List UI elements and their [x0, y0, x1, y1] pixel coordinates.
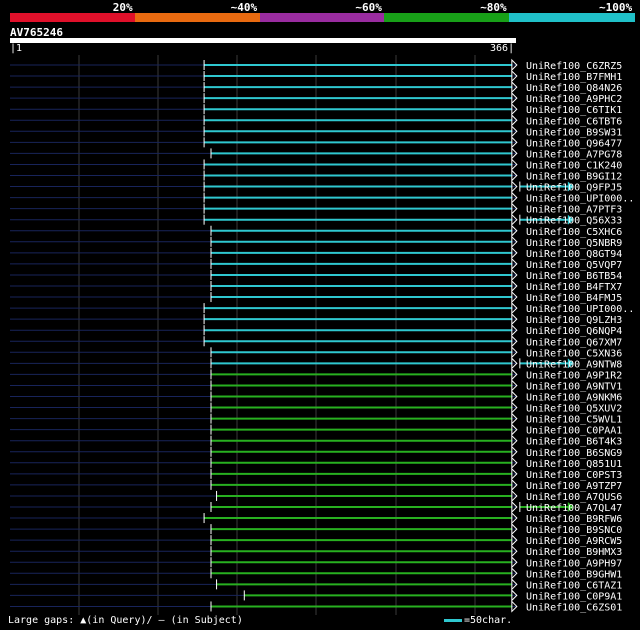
- hit-label: UniRef100_A7PTF3: [526, 205, 622, 216]
- hit-label: UniRef100_C6ZS01: [526, 602, 622, 613]
- hit-label: UniRef100_C6ZRZ5: [526, 61, 622, 72]
- hit-label: UniRef100_B6TB54: [526, 271, 622, 282]
- hit-label: UniRef100_A9P1R2: [526, 370, 622, 381]
- hit-label: UniRef100_B7FMH1: [526, 72, 622, 83]
- hit-label: UniRef100_Q851U1: [526, 459, 622, 470]
- hit-label: UniRef100_B4FMJ5: [526, 293, 622, 304]
- hit-label: UniRef100_C0PST3: [526, 470, 622, 481]
- hit-label: UniRef100_B9GI12: [526, 172, 622, 183]
- hit-label: UniRef100_Q5XUV2: [526, 404, 622, 415]
- hit-label: UniRef100_C0P9A1: [526, 591, 622, 602]
- hit-label: UniRef100_C0PAA1: [526, 426, 622, 437]
- hit-label: UniRef100_C6TIK1: [526, 105, 622, 116]
- query-end-label: 366|: [490, 43, 515, 54]
- hit-label: UniRef100_A7PG78: [526, 149, 622, 160]
- hit-label: UniRef100_C6TBT6: [526, 116, 622, 127]
- hit-label: UniRef100_B9SNC0: [526, 525, 622, 536]
- hit-alignment-plot: UniRef100_C6ZRZ5UniRef100_B7FMH1UniRef10…: [10, 55, 634, 615]
- hit-label: UniRef100_A9PHC2: [526, 94, 622, 105]
- hit-label: UniRef100_B6SNG9: [526, 448, 622, 459]
- legend-label: ~100%: [599, 1, 633, 14]
- hit-label: UniRef100_Q9FPJ5: [526, 183, 622, 194]
- hit-label: UniRef100_C5WVL1: [526, 415, 622, 426]
- hit-label: UniRef100_B6T4K3: [526, 437, 622, 448]
- hit-label: UniRef100_UPI000..: [526, 194, 634, 205]
- hit-label: UniRef100_A9NKM6: [526, 393, 622, 404]
- hit-label: UniRef100_B9RFW6: [526, 514, 622, 525]
- hit-label: UniRef100_C5XHC6: [526, 227, 622, 238]
- scale-label: =50char.: [464, 615, 513, 626]
- scale-bar: [444, 618, 462, 622]
- hit-label: UniRef100_Q84N26: [526, 83, 622, 94]
- hit-label: UniRef100_Q6NQP4: [526, 326, 622, 337]
- legend-label: ~40%: [230, 1, 258, 14]
- hit-label: UniRef100_A9PH97: [526, 558, 622, 569]
- hit-label: UniRef100_Q96477: [526, 138, 622, 149]
- legend-label: 20%: [112, 1, 133, 14]
- hit-label: UniRef100_A9NTW8: [526, 359, 622, 370]
- hit-label: UniRef100_C1K240: [526, 160, 622, 171]
- hit-label: UniRef100_Q5NBR9: [526, 238, 622, 249]
- hit-label: UniRef100_Q5VQP7: [526, 260, 622, 271]
- query-gap-label: ▲(in Query)/: [80, 615, 153, 626]
- legend-color-segment: [10, 13, 136, 22]
- hit-label: UniRef100_A7QL47: [526, 503, 622, 514]
- hit-label: UniRef100_Q9LZH3: [526, 315, 622, 326]
- hit-label: UniRef100_A9RCW5: [526, 536, 622, 547]
- legend-color-segment: [384, 13, 511, 22]
- hit-label: UniRef100_UPI000..: [526, 304, 634, 315]
- hit-label: UniRef100_A9TZP7: [526, 481, 622, 492]
- hit-label: UniRef100_Q56X33: [526, 216, 622, 227]
- hit-label: UniRef100_B9SW31: [526, 127, 622, 138]
- hit-label: UniRef100_A7QUS6: [526, 492, 622, 503]
- legend-label: ~60%: [355, 1, 382, 14]
- gap-legend-title: Large gaps:: [8, 615, 75, 626]
- query-bar: [10, 38, 516, 43]
- hit-label: UniRef100_C5XN36: [526, 348, 622, 359]
- subject-gap-label: ‒ (in Subject): [158, 615, 243, 626]
- hit-label: UniRef100_Q67XM7: [526, 337, 622, 348]
- scale-legend: =50char.: [444, 615, 512, 626]
- hit-label: UniRef100_A9NTV1: [526, 381, 622, 392]
- hit-label: UniRef100_B9HMX3: [526, 547, 622, 558]
- query-start-label: |1: [10, 43, 23, 54]
- hit-label: UniRef100_C6TAZ1: [526, 580, 622, 591]
- gap-legend: Large gaps: ▲(in Query)/ ‒ (in Subject): [8, 615, 243, 626]
- legend-color-segment: [509, 13, 635, 22]
- hit-label: UniRef100_B9GHW1: [526, 569, 622, 580]
- legend-color-segment: [259, 13, 386, 22]
- legend-color-segment: [134, 13, 261, 22]
- legend-label: ~80%: [480, 1, 507, 14]
- identity-legend: 20% ~40% ~60% ~80% ~100%: [0, 0, 640, 30]
- hit-label: UniRef100_Q8GT94: [526, 249, 622, 260]
- hit-label: UniRef100_B4FTX7: [526, 282, 622, 293]
